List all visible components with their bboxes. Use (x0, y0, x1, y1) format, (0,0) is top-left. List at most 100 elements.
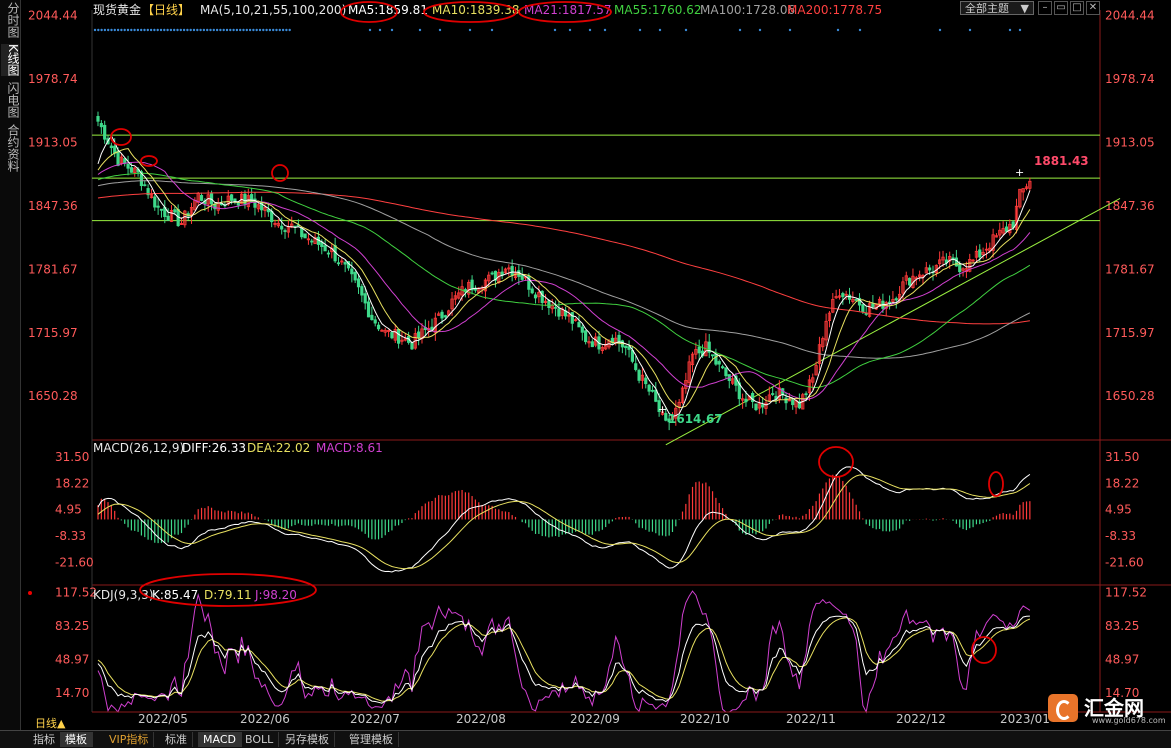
signal-dot (232, 28, 235, 32)
candle-body (714, 353, 718, 365)
signal-dot (202, 28, 206, 32)
ma-params: MA(5,10,21,55,100,200) (200, 3, 346, 17)
signal-dot (140, 28, 143, 32)
signal-dot (738, 28, 742, 32)
candle-body (370, 314, 374, 321)
macd-y-tick-left: -8.33 (55, 529, 86, 543)
macd-y-tick-right: -21.60 (1105, 555, 1144, 569)
theme-selector[interactable]: 全部主题 ▼ (960, 1, 1034, 15)
toolbar-item-2[interactable]: VIP指标 (104, 732, 155, 747)
signal-dot (658, 28, 662, 32)
ma55-value: MA55:1760.62 (614, 3, 702, 17)
signal-dot (242, 28, 245, 32)
toolbar-item-5[interactable]: BOLL (240, 732, 280, 747)
signal-dot (968, 28, 972, 32)
candle-body (356, 278, 361, 288)
signal-dot (166, 28, 169, 32)
candle-body (350, 268, 354, 275)
signal-dot (235, 28, 239, 32)
low-marker: + (658, 403, 667, 416)
signal-dot (225, 28, 229, 32)
toolbar-item-0[interactable]: 指标 (28, 732, 61, 747)
signal-dot (130, 28, 133, 32)
macd-y-tick-left: 4.95 (55, 503, 82, 517)
candle-body (156, 205, 160, 208)
signal-dot (222, 28, 225, 32)
logo-icon (1048, 694, 1078, 722)
logo-url: www.gold678.com (1092, 716, 1166, 725)
y-tick-right: 2044.44 (1105, 8, 1155, 22)
signal-dot (278, 28, 281, 32)
candle-body (510, 265, 514, 276)
annotation-circle (988, 471, 1004, 497)
candle-body (103, 124, 107, 140)
candle-body (584, 330, 588, 343)
candle-body (761, 404, 765, 408)
macd-y-tick-left: -21.60 (55, 555, 94, 569)
y-tick-left: 2044.44 (28, 8, 78, 22)
macd-y-tick-right: 4.95 (1105, 503, 1132, 517)
signal-dot (123, 28, 126, 32)
maximize-icon[interactable]: □ (1070, 1, 1084, 15)
candle-body (871, 303, 875, 308)
y-tick-left: 1781.67 (28, 262, 78, 276)
candle-body (553, 306, 558, 309)
candle-body (109, 145, 113, 149)
candle-body (366, 301, 371, 318)
chart-canvas[interactable]: 2044.44 2044.44 1978.74 1978.74 1913.05 1913.… (0, 0, 1171, 730)
signal-dot (136, 28, 140, 32)
signal-dot (192, 28, 196, 32)
ma21-line (97, 161, 1031, 401)
candle-body (958, 263, 962, 273)
period-label: 【日线】 (142, 3, 190, 17)
y-tick-left: 1847.36 (28, 199, 78, 213)
candle-body (654, 389, 658, 402)
signal-dot (368, 28, 372, 32)
period-selector[interactable]: 日线▲ (30, 716, 70, 731)
candle-body (624, 345, 628, 349)
kdj-y-tick-right: 83.25 (1105, 619, 1139, 633)
signal-dot (212, 28, 215, 32)
signal-dot (143, 28, 146, 32)
signal-dot (272, 28, 275, 32)
signal-dot (107, 28, 110, 32)
signal-dot (758, 28, 762, 32)
minimize-icon[interactable]: – (1038, 1, 1052, 15)
toolbar-item-6[interactable]: 另存模板 (280, 732, 335, 747)
close-icon[interactable]: ✕ (1086, 1, 1100, 15)
signal-dot (153, 28, 156, 32)
candle-body (116, 150, 120, 166)
macd-y-tick-right: -8.33 (1105, 529, 1136, 543)
signal-dot (120, 28, 123, 32)
signal-dot (93, 28, 97, 32)
signal-dot (100, 28, 103, 32)
kdj-y-tick-left: 48.97 (55, 652, 89, 666)
signal-dot (268, 28, 272, 32)
toolbar-item-7[interactable]: 管理模板 (344, 732, 399, 747)
bottom-toolbar: 日线▲ 指标 模板 VIP指标 标准 MACD BOLL 另存模板 管理模板 (0, 717, 1171, 748)
signal-dot (438, 28, 442, 32)
toolbar-item-4[interactable]: MACD (198, 732, 242, 747)
x-tick: 2022/05 (138, 712, 188, 726)
candle-body (530, 288, 534, 294)
macd-y-tick-right: 31.50 (1105, 450, 1139, 464)
candle-body (577, 322, 581, 328)
macd-value: MACD:8.61 (316, 441, 383, 455)
toolbar-item-3[interactable]: 标准 (160, 732, 193, 747)
signal-dot (248, 28, 252, 32)
candle-body (804, 393, 808, 396)
toolbar-item-1[interactable]: 模板 (60, 732, 93, 747)
candle-body (266, 208, 270, 213)
candle-body (908, 277, 912, 286)
candle-body (854, 298, 858, 301)
signal-dot (229, 28, 232, 32)
signal-dot (788, 28, 792, 32)
signal-dot (603, 28, 607, 32)
x-tick: 2022/10 (680, 712, 730, 726)
window-restore-icon[interactable]: ▭ (1054, 1, 1068, 15)
signal-dot (836, 28, 840, 32)
candle-body (363, 293, 367, 304)
signal-dot (103, 28, 107, 32)
candle-body (557, 308, 561, 317)
candle-body (343, 262, 347, 265)
